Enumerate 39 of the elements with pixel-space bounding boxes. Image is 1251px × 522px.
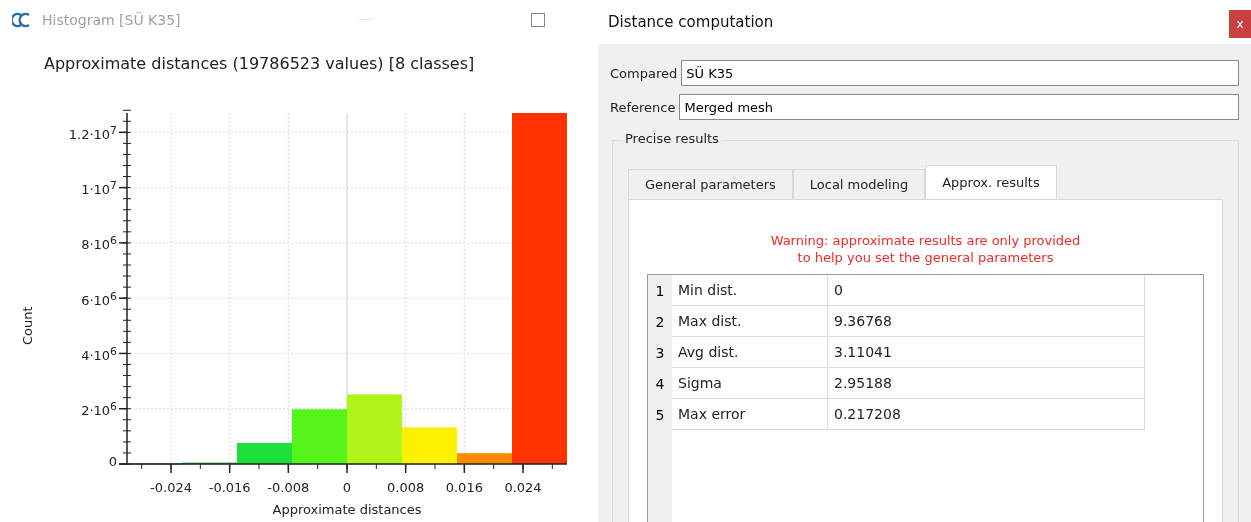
window-title: Histogram [SÜ K35] bbox=[42, 12, 182, 28]
x-tick-label: 0.008 bbox=[387, 480, 425, 495]
table-cell: Sigma bbox=[672, 368, 828, 399]
group-title: Precise results bbox=[623, 131, 721, 146]
warning-text: to help you set the general parameters bbox=[796, 249, 1055, 266]
dialog-title: Distance computation bbox=[608, 13, 775, 31]
y-axis-title: Count bbox=[20, 306, 35, 346]
y-tick-label: 1·10$^{7}$ bbox=[81, 181, 117, 197]
y-tick-label: 0 bbox=[108, 454, 117, 469]
row-number: 3 bbox=[648, 337, 672, 368]
y-tick-label: 2·10$^{6}$ bbox=[81, 403, 117, 419]
chart-title: Approximate distances (19786523 values) [8 classes] bbox=[43, 53, 476, 75]
table-cell: 0 bbox=[828, 275, 1145, 306]
x-tick-label: -0.008 bbox=[267, 480, 310, 495]
row-number: 2 bbox=[648, 306, 672, 337]
row-number: 4 bbox=[648, 368, 672, 399]
y-tick-label: 4·10$^{6}$ bbox=[81, 347, 117, 363]
y-tick-label: 6·10$^{6}$ bbox=[81, 292, 117, 308]
table-cell: Max dist. bbox=[672, 306, 828, 337]
table-cell: 3.11041 bbox=[828, 337, 1145, 368]
x-tick-label: 0.016 bbox=[445, 480, 483, 495]
field-label: Reference bbox=[610, 99, 676, 115]
table-cell: 2.95188 bbox=[828, 368, 1145, 399]
x-tick-label: 0 bbox=[342, 480, 352, 495]
x-tick-label: -0.024 bbox=[150, 480, 192, 495]
row-number: 5 bbox=[648, 399, 672, 430]
table-cell: 9.36768 bbox=[828, 306, 1145, 337]
y-tick-label: 8·10$^{6}$ bbox=[81, 237, 117, 253]
x-axis-title: Approximate distances bbox=[272, 502, 422, 517]
table-cell: Min dist. bbox=[672, 275, 828, 306]
table-cell: Avg dist. bbox=[672, 337, 828, 368]
x-tick-label: 0.024 bbox=[504, 480, 542, 495]
row-number: 1 bbox=[648, 275, 672, 306]
table-cell: Max error bbox=[672, 399, 828, 430]
table-cell: 0.217208 bbox=[828, 399, 1145, 430]
warning-text: Warning: approximate results are only provided bbox=[769, 232, 1082, 249]
y-tick-label: 1.2·10$^{7}$ bbox=[68, 126, 117, 142]
x-tick-label: -0.016 bbox=[208, 480, 251, 495]
field-label: Compared bbox=[610, 65, 678, 81]
